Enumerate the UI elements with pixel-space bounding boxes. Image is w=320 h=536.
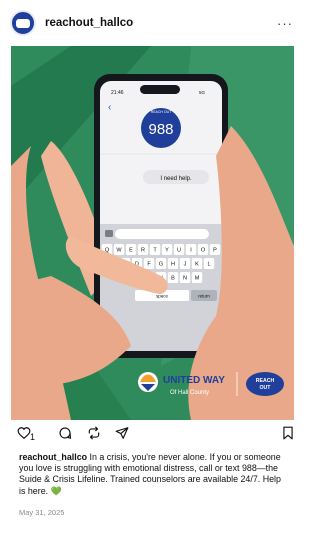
- key-label-u: U: [177, 248, 181, 254]
- message-text: I need help.: [160, 176, 192, 182]
- key-label-p: P: [213, 248, 217, 254]
- key-label-h: H: [171, 262, 175, 268]
- brand-hall-county: Of Hall County: [170, 390, 209, 396]
- post-illustration: 21:46 5G ‹ REACH OUT 988 I need help. QW…: [11, 46, 294, 420]
- post-header: reachout_hallco ···: [0, 0, 303, 46]
- share-send-icon[interactable]: [115, 426, 129, 440]
- back-chevron-icon: ‹: [108, 102, 111, 113]
- profile-avatar[interactable]: [10, 10, 36, 36]
- badge-top-text: REACH OUT: [151, 110, 172, 114]
- key-label-m: M: [195, 276, 200, 282]
- post-username[interactable]: reachout_hallco: [45, 17, 133, 29]
- svg-text:OUT: OUT: [260, 385, 272, 391]
- avatar-logo-icon: [16, 18, 30, 28]
- key-label-b: B: [171, 276, 175, 282]
- phone-time: 21:46: [111, 90, 124, 96]
- comment-icon[interactable]: [58, 426, 72, 440]
- key-label-o: O: [201, 248, 206, 254]
- key-label-e: E: [129, 248, 133, 254]
- reach-out-logo: [246, 372, 284, 396]
- post-image[interactable]: 21:46 5G ‹ REACH OUT 988 I need help. QW…: [11, 46, 294, 420]
- svg-text:REACH: REACH: [256, 378, 275, 384]
- repost-icon[interactable]: [87, 426, 101, 440]
- post-actions: 1: [0, 424, 303, 448]
- badge-number: 988: [148, 121, 173, 138]
- phone-signal: 5G: [199, 90, 206, 95]
- bookmark-icon[interactable]: [282, 426, 294, 440]
- key-label-r: R: [141, 248, 145, 254]
- space-key: space: [156, 294, 169, 299]
- key-label-k: K: [195, 262, 199, 268]
- more-options-icon[interactable]: ···: [277, 16, 293, 31]
- return-key: return: [198, 294, 210, 299]
- key-label-y: Y: [165, 248, 169, 254]
- like-heart-icon[interactable]: [17, 426, 31, 440]
- key-label-g: G: [159, 262, 163, 268]
- brand-united-way: UNITED WAY: [163, 375, 225, 386]
- key-label-j: J: [184, 262, 187, 268]
- key-label-w: W: [116, 248, 122, 254]
- phone-notch: [140, 85, 180, 94]
- caption-username[interactable]: reachout_hallco: [19, 452, 87, 462]
- key-label-l: L: [207, 262, 210, 268]
- key-label-n: N: [183, 276, 187, 282]
- post-date: May 31, 2025: [19, 508, 65, 517]
- likes-count: 1: [30, 432, 36, 442]
- post-caption: reachout_hallco In a crisis, you're neve…: [19, 452, 289, 497]
